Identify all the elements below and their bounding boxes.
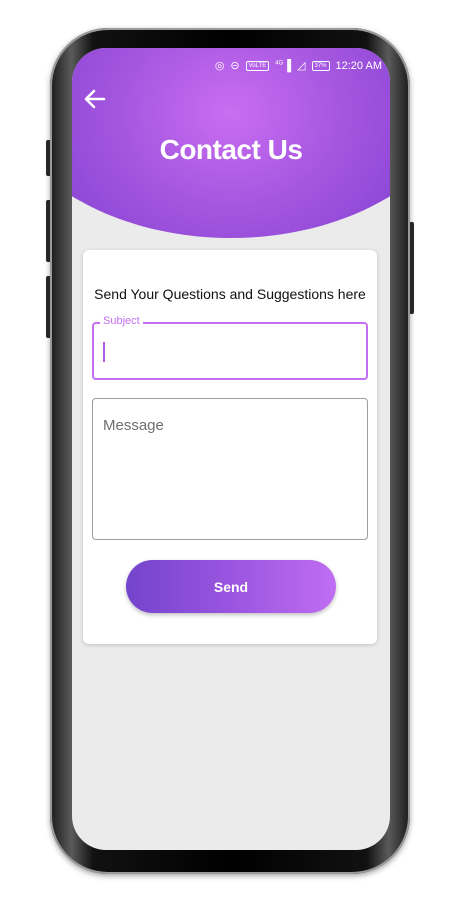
form-heading: Send Your Questions and Suggestions here: [94, 286, 366, 302]
status-icons: ◎ ⊝ VoLTE 4G▐ ◿ 37% 12:20 AM: [214, 59, 382, 73]
do-not-disturb-icon: ⊝: [230, 60, 240, 72]
signal-icon: 4G▐: [275, 59, 292, 72]
message-placeholder: Message: [103, 417, 164, 434]
status-bar: ◎ ⊝ VoLTE 4G▐ ◿ 37% 12:20 AM: [72, 48, 390, 82]
back-arrow-icon[interactable]: [82, 86, 108, 112]
contact-form-card: Send Your Questions and Suggestions here…: [83, 250, 377, 644]
message-input[interactable]: Message: [92, 398, 368, 540]
status-time: 12:20 AM: [335, 59, 382, 72]
send-button[interactable]: Send: [126, 560, 336, 613]
app-screen: ◎ ⊝ VoLTE 4G▐ ◿ 37% 12:20 AM Contact Us …: [72, 48, 390, 850]
subject-input[interactable]: Subject: [92, 315, 368, 380]
text-caret: [103, 342, 105, 362]
subject-label: Subject: [100, 315, 143, 327]
hotspot-icon: ◎: [214, 60, 225, 72]
page-title: Contact Us: [159, 134, 303, 165]
wifi-signal-icon: ◿: [297, 60, 306, 72]
battery-icon: 37%: [311, 60, 330, 71]
volte-icon: VoLTE: [245, 60, 270, 71]
